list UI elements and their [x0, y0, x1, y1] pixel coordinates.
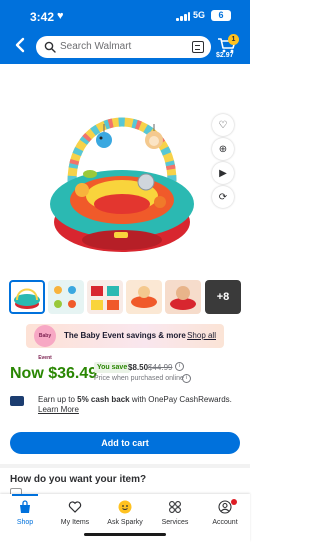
fulfillment-title: How do you want your item?: [10, 474, 147, 485]
search-bar[interactable]: Search Walmart: [36, 36, 211, 58]
cashback-rate: 5% cash back: [77, 395, 130, 404]
cashback-prefix: Earn up to: [38, 395, 78, 404]
shop-all-link[interactable]: Shop all: [187, 331, 216, 340]
price-note: Price when purchased online: [94, 375, 184, 382]
status-bar: 3:42 ♥ 5G 6: [0, 0, 250, 30]
battery-icon: 6: [211, 10, 231, 21]
thumbnail-3[interactable]: [87, 280, 123, 314]
product-image[interactable]: [42, 72, 202, 272]
play-video-icon[interactable]: ▶: [212, 162, 234, 184]
shop-icon: [20, 500, 30, 513]
add-to-cart-button[interactable]: Add to cart: [10, 432, 240, 454]
barcode-scan-icon[interactable]: [192, 41, 204, 53]
thumbnail-4[interactable]: [126, 280, 162, 314]
search-icon: [44, 41, 56, 53]
nav-label: Ask Sparky: [107, 519, 143, 526]
info-icon[interactable]: i: [182, 374, 191, 383]
cashback-offer: Earn up to 5% cash back with OnePay Cash…: [38, 395, 243, 415]
save-amount: $8.50: [128, 363, 149, 372]
thumbnail-1[interactable]: [9, 280, 45, 314]
product-image-area[interactable]: ♡ ⊕ ▶ ⟳: [0, 64, 250, 278]
services-icon: [169, 501, 181, 513]
nav-shop[interactable]: Shop: [0, 494, 50, 542]
product-action-column: ♡ ⊕ ▶ ⟳: [212, 114, 234, 210]
promo-text: The Baby Event savings & more: [64, 331, 186, 340]
network-label: 5G: [193, 10, 206, 20]
heart-status-icon: ♥: [57, 10, 64, 22]
promo-banner[interactable]: Baby Event The Baby Event savings & more…: [26, 324, 224, 361]
nav-label: My Items: [60, 519, 90, 526]
current-price: Now $36.49: [10, 365, 98, 382]
credit-card-icon: [10, 396, 24, 406]
cashback-suffix: with OnePay CashRewards.: [129, 395, 232, 404]
more-thumbnails[interactable]: +8: [205, 280, 241, 314]
notification-dot: [231, 499, 237, 505]
thumbnail-5[interactable]: [165, 280, 201, 314]
info-icon[interactable]: i: [175, 362, 184, 371]
learn-more-link[interactable]: Learn More: [38, 405, 243, 415]
search-input[interactable]: Search Walmart: [60, 41, 131, 52]
view-360-icon[interactable]: ⟳: [212, 186, 234, 208]
was-price: $44.99: [148, 363, 173, 372]
baby-event-logo: Baby Event: [34, 325, 56, 361]
favorite-heart-icon[interactable]: ♡: [212, 114, 234, 136]
you-save-badge: You save: [94, 362, 131, 373]
zoom-icon[interactable]: ⊕: [212, 138, 234, 160]
cart-count-badge: 1: [228, 34, 239, 45]
nav-label: Services: [161, 519, 189, 526]
section-divider: [0, 464, 250, 468]
nav-label: Account: [212, 519, 238, 526]
thumbnail-strip: +8: [9, 280, 241, 314]
heart-icon: [68, 501, 82, 513]
home-indicator: [84, 533, 166, 536]
thumbnail-2[interactable]: [48, 280, 84, 314]
sparky-icon: [118, 500, 132, 514]
status-time: 3:42: [30, 10, 55, 24]
nav-label: Shop: [16, 519, 34, 526]
cart-total: $2.97: [216, 52, 234, 59]
signal-icon: [176, 12, 190, 21]
account-icon: [218, 500, 232, 514]
back-arrow-icon[interactable]: [12, 37, 28, 53]
header-bar: 3:42 ♥ 5G 6 Search Walmart 1 $2.97: [0, 0, 250, 64]
nav-account[interactable]: Account: [200, 494, 250, 542]
